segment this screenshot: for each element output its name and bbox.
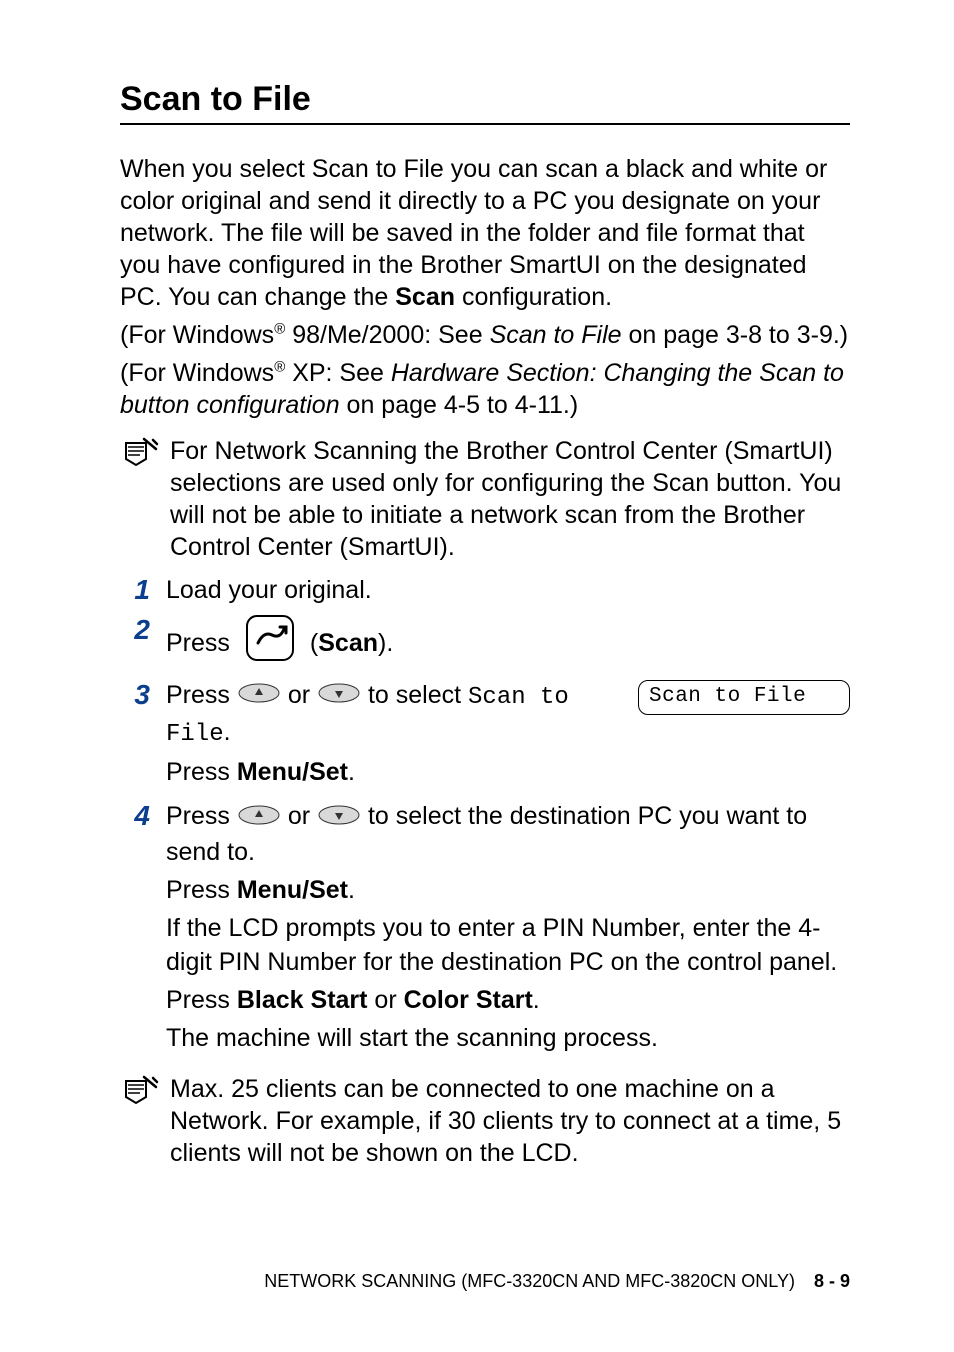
note-icon-2 — [120, 1075, 160, 1116]
step-num-4: 4 — [120, 799, 150, 833]
page-root: Scan to File When you select Scan to Fil… — [0, 0, 954, 1352]
scan-button-icon — [244, 613, 296, 672]
down-arrow-button-icon-2 — [317, 804, 368, 832]
step-4-menuset: Menu/Set — [237, 876, 348, 904]
step-2-body: Press (Scan). — [166, 613, 850, 672]
registered-mark-2: ® — [274, 359, 285, 376]
step-3-dot2: . — [348, 758, 355, 786]
step-3-or: or — [288, 681, 317, 709]
step-3-press-menu: Press — [166, 758, 237, 786]
intro-2-italic: Scan to File — [490, 321, 622, 349]
step-4-l3: If the LCD prompts you to enter a PIN Nu… — [166, 911, 850, 979]
paren-close: ). — [378, 629, 393, 657]
step-3-to-select: to select — [368, 681, 468, 709]
note-1-text: For Network Scanning the Brother Control… — [170, 435, 850, 563]
note-2-text: Max. 25 clients can be connected to one … — [170, 1073, 850, 1169]
step-1-body: Load your original. — [166, 573, 850, 607]
scan-label: Scan — [318, 629, 378, 657]
intro-2c: on page 3-8 to 3-9.) — [622, 321, 849, 349]
black-start-label: Black Start — [237, 986, 368, 1014]
step-2-paren: (Scan). — [310, 626, 393, 660]
step-1: 1 Load your original. — [120, 573, 850, 607]
step-4-l2a: Press — [166, 876, 237, 904]
step-3-dot: . — [224, 718, 231, 746]
step-4-l4mid: or — [367, 986, 403, 1014]
menu-set-label: Menu/Set — [237, 758, 348, 786]
note-1: For Network Scanning the Brother Control… — [120, 435, 850, 563]
step-4: 4 Press or — [120, 799, 850, 1058]
page-number: 8 - 9 — [814, 1271, 850, 1291]
step-2: 2 Press (Scan). — [120, 613, 850, 672]
intro-3a: (For Windows — [120, 359, 274, 387]
step-num-3: 3 — [120, 678, 150, 712]
step-4-l1a: Press — [166, 802, 237, 830]
step-2-press: Press — [166, 626, 230, 660]
up-arrow-button-icon-2 — [237, 804, 288, 832]
step-4-or: or — [288, 802, 317, 830]
up-arrow-button-icon — [237, 682, 288, 710]
color-start-label: Color Start — [404, 986, 533, 1014]
step-4-body: Press or to select t — [166, 799, 850, 1058]
intro-paragraph-1: When you select Scan to File you can sca… — [120, 153, 850, 313]
step-3-body: Scan to File Press or — [166, 678, 850, 793]
intro-paragraph-3: (For Windows® XP: See Hardware Section: … — [120, 357, 850, 421]
intro-3c: on page 4-5 to 4-11.) — [340, 391, 579, 419]
note-icon — [120, 437, 160, 478]
intro-2a: (For Windows — [120, 321, 274, 349]
step-4-l2b: . — [348, 876, 355, 904]
step-3: 3 Scan to File Press or — [120, 678, 850, 793]
section-heading: Scan to File — [120, 80, 850, 125]
lcd-display: Scan to File — [638, 680, 850, 715]
intro-2b: 98/Me/2000: See — [285, 321, 489, 349]
paren-open: ( — [310, 629, 318, 657]
steps-list: 1 Load your original. 2 Press — [120, 573, 850, 1059]
step-3-press: Press — [166, 681, 237, 709]
page-footer: NETWORK SCANNING (MFC-3320CN AND MFC-382… — [120, 1271, 850, 1292]
step-4-l4b: . — [533, 986, 540, 1014]
footer-label: NETWORK SCANNING (MFC-3320CN AND MFC-382… — [264, 1271, 795, 1291]
step-4-l5: The machine will start the scanning proc… — [166, 1021, 850, 1055]
step-num-2: 2 — [120, 613, 150, 647]
step-num-1: 1 — [120, 573, 150, 607]
down-arrow-button-icon — [317, 682, 368, 710]
intro-paragraph-2: (For Windows® 98/Me/2000: See Scan to Fi… — [120, 319, 850, 351]
step-4-l4a: Press — [166, 986, 237, 1014]
registered-mark: ® — [274, 321, 285, 338]
note-2: Max. 25 clients can be connected to one … — [120, 1073, 850, 1169]
intro-text-1b: configuration. — [455, 283, 612, 311]
intro-3b: XP: See — [285, 359, 391, 387]
intro-scan-bold: Scan — [395, 283, 455, 311]
